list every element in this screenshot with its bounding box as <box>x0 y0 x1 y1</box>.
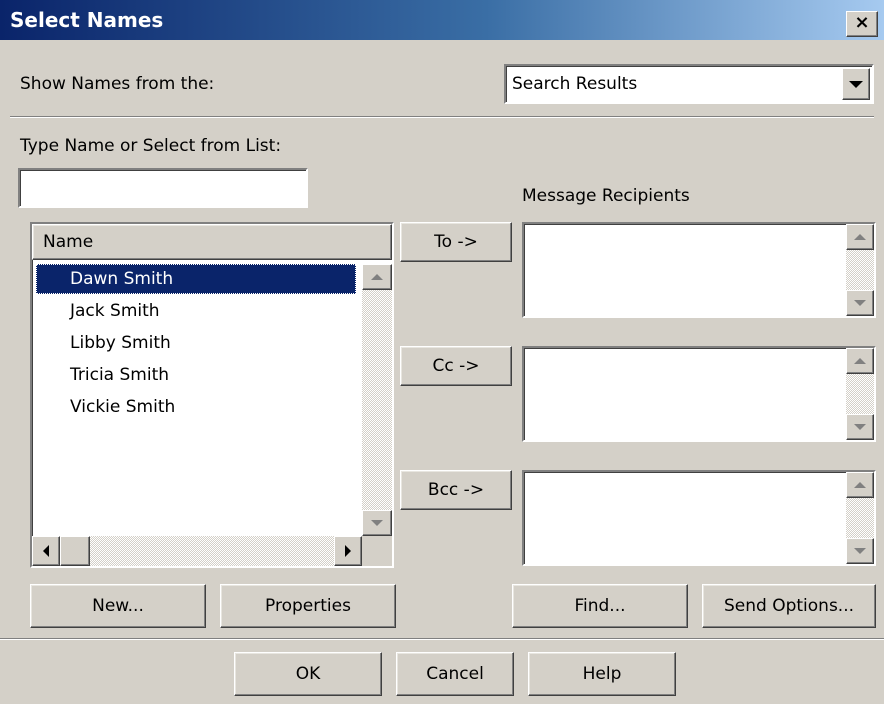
cancel-button[interactable]: Cancel <box>396 652 514 696</box>
to-recipients-box[interactable] <box>522 222 876 318</box>
cc-button[interactable]: Cc -> <box>400 346 512 386</box>
bcc-scroll-up-button[interactable] <box>846 472 874 498</box>
arrow-down-icon <box>854 424 866 430</box>
cc-scroll-up-button[interactable] <box>846 348 874 374</box>
names-scroll-down-button[interactable] <box>362 510 392 536</box>
ok-button[interactable]: OK <box>234 652 382 696</box>
find-button[interactable]: Find... <box>512 584 688 628</box>
arrow-up-icon <box>854 358 866 364</box>
names-listbox[interactable]: Name Dawn Smith Jack Smith Libby Smith Tric… <box>30 222 394 568</box>
new-button[interactable]: New... <box>30 584 206 628</box>
names-vertical-scrollbar[interactable] <box>362 264 392 536</box>
arrow-left-icon <box>43 545 49 557</box>
help-button-label: Help <box>582 664 622 684</box>
to-button-label: To -> <box>434 232 478 252</box>
cc-button-label: Cc -> <box>432 356 480 376</box>
type-name-label: Type Name or Select from List: <box>20 136 282 156</box>
show-names-label: Show Names from the: <box>20 74 215 94</box>
properties-button-label: Properties <box>265 596 351 616</box>
arrow-down-icon <box>371 520 383 526</box>
dialog-title: Select Names <box>10 8 164 32</box>
arrow-up-icon <box>371 274 383 280</box>
to-scroll-down-button[interactable] <box>846 290 874 316</box>
properties-button[interactable]: Properties <box>220 584 396 628</box>
bcc-button[interactable]: Bcc -> <box>400 470 512 510</box>
select-names-dialog: Select Names × Show Names from the: Sear… <box>0 0 884 704</box>
new-button-label: New... <box>92 596 144 616</box>
names-horizontal-scrollbar[interactable] <box>32 536 362 566</box>
divider-bottom <box>0 638 884 640</box>
close-button[interactable]: × <box>846 11 878 37</box>
type-name-input[interactable] <box>18 168 308 208</box>
send-options-button[interactable]: Send Options... <box>702 584 876 628</box>
address-book-dropdown[interactable]: Search Results <box>504 64 874 104</box>
list-item[interactable]: Jack Smith <box>36 296 356 326</box>
scrollbar-corner <box>362 536 392 566</box>
names-scroll-left-button[interactable] <box>32 536 60 566</box>
address-book-selected: Search Results <box>512 74 638 94</box>
message-recipients-label: Message Recipients <box>522 186 690 206</box>
bcc-scroll-down-button[interactable] <box>846 538 874 564</box>
to-button[interactable]: To -> <box>400 222 512 262</box>
name-column-header-label: Name <box>43 232 94 252</box>
list-item[interactable]: Dawn Smith <box>36 264 356 294</box>
chevron-down-icon <box>849 80 863 88</box>
list-item[interactable]: Libby Smith <box>36 328 356 358</box>
list-item[interactable]: Vickie Smith <box>36 392 356 422</box>
cc-scrollbar[interactable] <box>846 348 874 440</box>
cc-scroll-down-button[interactable] <box>846 414 874 440</box>
bcc-button-label: Bcc -> <box>427 480 485 500</box>
name-column-header[interactable]: Name <box>32 224 392 260</box>
help-button[interactable]: Help <box>528 652 676 696</box>
arrow-right-icon <box>345 545 351 557</box>
arrow-up-icon <box>854 234 866 240</box>
close-icon: × <box>854 12 870 33</box>
list-item[interactable]: Tricia Smith <box>36 360 356 390</box>
names-list-items: Dawn Smith Jack Smith Libby Smith Tricia Sm… <box>32 264 362 534</box>
find-button-label: Find... <box>574 596 626 616</box>
names-scroll-thumb[interactable] <box>60 536 90 566</box>
cancel-button-label: Cancel <box>426 664 484 684</box>
ok-button-label: OK <box>295 664 321 684</box>
to-scroll-up-button[interactable] <box>846 224 874 250</box>
send-options-button-label: Send Options... <box>723 596 855 616</box>
arrow-up-icon <box>854 482 866 488</box>
divider-top <box>10 116 874 118</box>
bcc-scrollbar[interactable] <box>846 472 874 564</box>
bcc-recipients-box[interactable] <box>522 470 876 566</box>
arrow-down-icon <box>854 548 866 554</box>
to-scrollbar[interactable] <box>846 224 874 316</box>
dropdown-button[interactable] <box>842 68 870 100</box>
arrow-down-icon <box>854 300 866 306</box>
names-scroll-right-button[interactable] <box>334 536 362 566</box>
names-scroll-up-button[interactable] <box>362 264 392 290</box>
cc-recipients-box[interactable] <box>522 346 876 442</box>
